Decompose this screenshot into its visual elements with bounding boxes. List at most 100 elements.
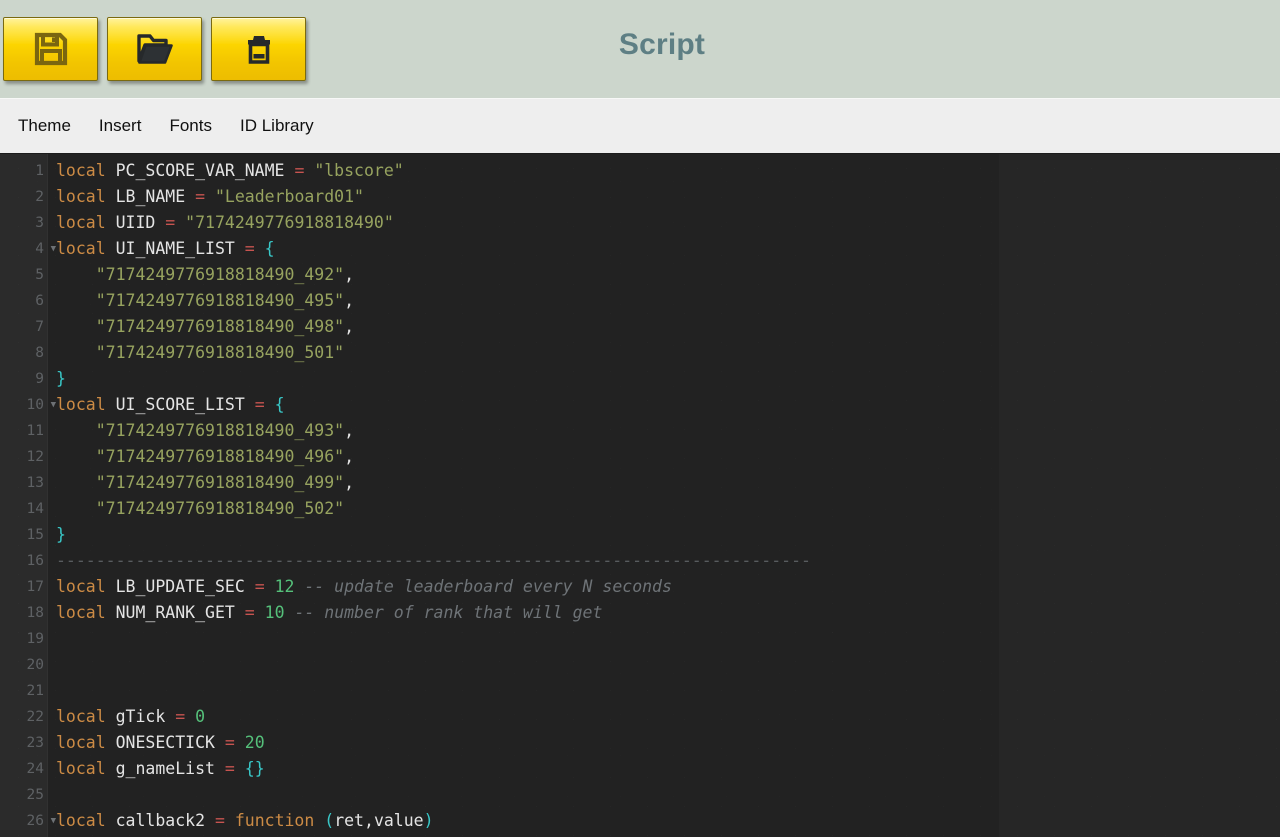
token-pun bbox=[205, 187, 215, 206]
code-line[interactable]: local LB_NAME = "Leaderboard01" bbox=[56, 184, 1280, 210]
token-pun bbox=[56, 473, 96, 492]
token-str: "7174249776918818490_502" bbox=[95, 499, 345, 518]
code-line[interactable]: } bbox=[56, 522, 1280, 548]
code-content[interactable]: local PC_SCORE_VAR_NAME = "lbscore" local… bbox=[48, 154, 1280, 837]
line-number[interactable]: 26 ▼ bbox=[0, 808, 56, 834]
line-number[interactable]: 5 bbox=[0, 262, 47, 288]
token-pun bbox=[175, 213, 185, 232]
token-id: UI_SCORE_LIST bbox=[115, 395, 245, 414]
line-number[interactable]: 6 bbox=[0, 288, 47, 314]
code-line[interactable]: "7174249776918818490_501" bbox=[56, 340, 1280, 366]
code-line[interactable]: local LB_UPDATE_SEC = 12 -- update leade… bbox=[56, 574, 1280, 600]
code-line[interactable] bbox=[56, 652, 1280, 678]
line-number[interactable]: 22 bbox=[0, 704, 47, 730]
token-str: "7174249776918818490_493" bbox=[95, 421, 345, 440]
token-num: 12 bbox=[274, 577, 295, 596]
line-number[interactable]: 1 bbox=[0, 158, 47, 184]
menu-item-id-library[interactable]: ID Library bbox=[226, 112, 328, 140]
code-line[interactable]: local UI_NAME_LIST = { bbox=[56, 236, 1280, 262]
token-pun bbox=[245, 577, 255, 596]
code-editor[interactable]: 1 2 3 4 ▼ 5 6 7 8 9 10 ▼ 11 12 13 14 15 16 17 18 19 20 21 22 23 2… bbox=[0, 154, 1280, 837]
code-line[interactable]: "7174249776918818490_502" bbox=[56, 496, 1280, 522]
token-op: = bbox=[244, 603, 255, 622]
token-kw: local bbox=[56, 577, 106, 596]
code-line[interactable]: local NUM_RANK_GET = 10 -- number of ran… bbox=[56, 600, 1280, 626]
token-id: value bbox=[373, 811, 424, 830]
line-number[interactable]: 20 bbox=[0, 652, 47, 678]
code-line[interactable] bbox=[56, 678, 1280, 704]
token-kw: local bbox=[56, 759, 106, 778]
line-number[interactable]: 15 bbox=[0, 522, 47, 548]
token-comd: ----------------------------------------… bbox=[56, 551, 811, 570]
line-number[interactable]: 9 bbox=[0, 366, 47, 392]
code-line[interactable] bbox=[56, 626, 1280, 652]
token-pun bbox=[106, 395, 116, 414]
line-number[interactable]: 7 bbox=[0, 314, 47, 340]
token-pun bbox=[235, 733, 245, 752]
token-pun bbox=[265, 395, 275, 414]
token-pun bbox=[106, 733, 116, 752]
line-number[interactable]: 2 bbox=[0, 184, 47, 210]
line-number[interactable]: 17 bbox=[0, 574, 47, 600]
line-number-gutter[interactable]: 1 2 3 4 ▼ 5 6 7 8 9 10 ▼ 11 12 13 14 15 16 17 18 19 20 21 22 23 2… bbox=[0, 154, 56, 837]
code-line[interactable]: local gTick = 0 bbox=[56, 704, 1280, 730]
code-line[interactable]: "7174249776918818490_495", bbox=[56, 288, 1280, 314]
line-number[interactable]: 8 bbox=[0, 340, 47, 366]
menu-item-fonts[interactable]: Fonts bbox=[155, 112, 226, 140]
token-pun bbox=[235, 759, 245, 778]
token-pun bbox=[235, 239, 245, 258]
line-number[interactable]: 3 bbox=[0, 210, 47, 236]
token-pun bbox=[56, 317, 96, 336]
token-par: ) bbox=[423, 811, 434, 830]
token-str: "7174249776918818490" bbox=[185, 213, 394, 232]
menu-item-theme[interactable]: Theme bbox=[4, 112, 85, 140]
code-line[interactable]: local UI_SCORE_LIST = { bbox=[56, 392, 1280, 418]
token-kw: local bbox=[56, 707, 106, 726]
line-number[interactable]: 18 bbox=[0, 600, 47, 626]
line-number[interactable]: 13 bbox=[0, 470, 47, 496]
line-number[interactable]: 25 bbox=[0, 782, 47, 808]
floppy-disk-icon bbox=[33, 31, 69, 67]
token-op: = bbox=[165, 213, 176, 232]
code-line[interactable] bbox=[56, 782, 1280, 808]
line-number[interactable]: 24 bbox=[0, 756, 47, 782]
token-pun bbox=[215, 733, 225, 752]
token-pun: , bbox=[344, 265, 355, 284]
token-op: = bbox=[254, 395, 265, 414]
code-line[interactable]: "7174249776918818490_492", bbox=[56, 262, 1280, 288]
code-line[interactable]: local PC_SCORE_VAR_NAME = "lbscore" bbox=[56, 158, 1280, 184]
line-number[interactable]: 21 bbox=[0, 678, 47, 704]
line-number[interactable]: 14 bbox=[0, 496, 47, 522]
menu-item-insert[interactable]: Insert bbox=[85, 112, 156, 140]
code-line[interactable]: local ONESECTICK = 20 bbox=[56, 730, 1280, 756]
code-line[interactable]: "7174249776918818490_493", bbox=[56, 418, 1280, 444]
code-line[interactable]: "7174249776918818490_498", bbox=[56, 314, 1280, 340]
token-pun bbox=[106, 759, 116, 778]
code-line[interactable]: local callback2 = function (ret,value) bbox=[56, 808, 1280, 834]
line-number[interactable]: 19 bbox=[0, 626, 47, 652]
token-pun bbox=[155, 213, 165, 232]
code-line[interactable]: "7174249776918818490_496", bbox=[56, 444, 1280, 470]
token-op: = bbox=[254, 577, 265, 596]
code-line[interactable]: "7174249776918818490_499", bbox=[56, 470, 1280, 496]
code-line[interactable]: } bbox=[56, 366, 1280, 392]
token-str: "7174249776918818490_492" bbox=[95, 265, 345, 284]
line-number[interactable]: 12 bbox=[0, 444, 47, 470]
line-number[interactable]: 23 bbox=[0, 730, 47, 756]
line-number[interactable]: 4 ▼ bbox=[0, 236, 56, 262]
code-line[interactable]: ----------------------------------------… bbox=[56, 548, 1280, 574]
token-pun bbox=[215, 759, 225, 778]
token-id: NUM_RANK_GET bbox=[115, 603, 235, 622]
token-pun: , bbox=[344, 447, 355, 466]
line-number[interactable]: 11 bbox=[0, 418, 47, 444]
code-line[interactable]: local g_nameList = {} bbox=[56, 756, 1280, 782]
folder-open-icon bbox=[136, 32, 174, 66]
toolbar bbox=[0, 17, 306, 81]
line-number[interactable]: 16 bbox=[0, 548, 47, 574]
token-id: gTick bbox=[115, 707, 166, 726]
token-kw: local bbox=[56, 395, 106, 414]
line-number[interactable]: 10 ▼ bbox=[0, 392, 56, 418]
token-id: LB_UPDATE_SEC bbox=[115, 577, 245, 596]
code-line[interactable]: local UIID = "7174249776918818490" bbox=[56, 210, 1280, 236]
token-id: PC_SCORE_VAR_NAME bbox=[115, 161, 285, 180]
